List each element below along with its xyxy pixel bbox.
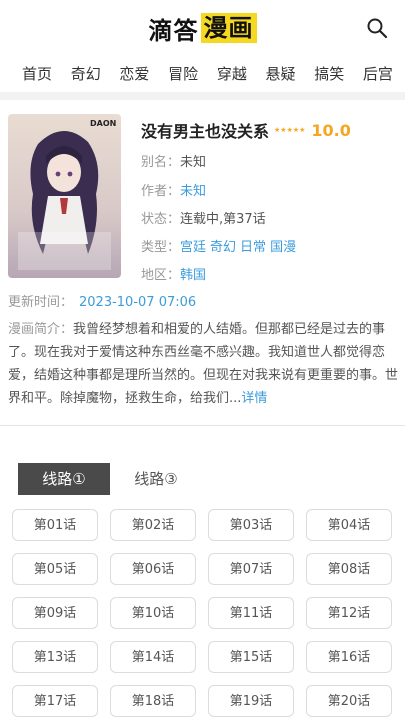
- type-tag[interactable]: 宫廷: [180, 240, 206, 255]
- chapter-button[interactable]: 第17话: [12, 685, 98, 717]
- cover-publisher-text: DAON: [90, 119, 116, 128]
- chapter-button[interactable]: 第02话: [110, 509, 196, 541]
- chapter-button[interactable]: 第14话: [110, 641, 196, 673]
- nav-item-fantasy[interactable]: 奇幻: [71, 63, 101, 84]
- app-header: 滴答 漫画: [0, 0, 405, 56]
- alias-label: 别名：: [141, 155, 181, 170]
- alias-value: 未知: [180, 155, 207, 170]
- chapter-button[interactable]: 第15话: [208, 641, 294, 673]
- status-label: 状态：: [141, 212, 181, 227]
- update-time-row: 更新时间： 2023-10-07 07:06: [8, 291, 196, 310]
- comic-title: 没有男主也没关系: [141, 122, 270, 141]
- author-label: 作者：: [141, 184, 181, 199]
- type-tag[interactable]: 日常: [240, 240, 266, 255]
- author-link[interactable]: 未知: [180, 184, 206, 199]
- chapter-button[interactable]: 第12话: [306, 597, 392, 629]
- comic-cover-image[interactable]: DAON: [8, 114, 121, 278]
- intro-more-link[interactable]: 详情: [241, 391, 267, 406]
- intro-divider: [0, 425, 405, 426]
- category-nav: 首页 奇幻 恋爱 冒险 穿越 悬疑 搞笑 后宫: [0, 56, 405, 90]
- alias-row: 别名：未知: [141, 151, 206, 170]
- tab-route-1[interactable]: 线路①: [18, 463, 110, 495]
- rating-stars: ★★★★★: [274, 126, 306, 134]
- chapter-button[interactable]: 第06话: [110, 553, 196, 585]
- status-value: 连载中,第37话: [180, 212, 266, 227]
- nav-item-mystery[interactable]: 悬疑: [266, 63, 296, 84]
- chapter-button[interactable]: 第08话: [306, 553, 392, 585]
- status-row: 状态：连载中,第37话: [141, 208, 266, 227]
- region-link[interactable]: 韩国: [180, 268, 206, 283]
- chapter-button[interactable]: 第19话: [208, 685, 294, 717]
- logo-text-1: 滴答: [148, 16, 199, 45]
- section-divider: [0, 92, 405, 100]
- logo-text-2: 漫画: [200, 13, 257, 43]
- title-row: 没有男主也没关系 ★★★★★ 10.0: [141, 118, 351, 142]
- app-logo[interactable]: 滴答 漫画: [148, 12, 257, 45]
- search-icon[interactable]: [365, 16, 389, 40]
- nav-item-comedy[interactable]: 搞笑: [314, 63, 344, 84]
- chapter-button[interactable]: 第11话: [208, 597, 294, 629]
- comic-intro: 漫画简介：我曾经梦想着和相爱的人结婚。但那都已经是过去的事了。现在我对于爱情这种…: [8, 318, 398, 410]
- type-tag[interactable]: 国漫: [270, 240, 296, 255]
- update-time: 2023-10-07 07:06: [79, 295, 197, 310]
- chapter-button[interactable]: 第16话: [306, 641, 392, 673]
- chapter-button[interactable]: 第10话: [110, 597, 196, 629]
- chapter-list: 第01话 第02话 第03话 第04话 第05话 第06话 第07话 第08话 …: [12, 509, 393, 717]
- chapter-button[interactable]: 第05话: [12, 553, 98, 585]
- nav-item-harem[interactable]: 后宫: [363, 63, 393, 84]
- chapter-button[interactable]: 第13话: [12, 641, 98, 673]
- chapter-button[interactable]: 第09话: [12, 597, 98, 629]
- rating-score: 10.0: [311, 120, 351, 140]
- author-row: 作者：未知: [141, 180, 206, 199]
- update-label: 更新时间：: [8, 295, 74, 310]
- type-label: 类型：: [141, 240, 181, 255]
- nav-item-time-travel[interactable]: 穿越: [217, 63, 247, 84]
- type-row: 类型：宫廷 奇幻 日常 国漫: [141, 236, 300, 255]
- type-tag[interactable]: 奇幻: [210, 240, 236, 255]
- nav-item-home[interactable]: 首页: [22, 63, 52, 84]
- chapter-button[interactable]: 第01话: [12, 509, 98, 541]
- intro-label: 漫画简介：: [8, 322, 74, 337]
- chapter-button[interactable]: 第03话: [208, 509, 294, 541]
- region-label: 地区：: [141, 268, 181, 283]
- chapter-button[interactable]: 第04话: [306, 509, 392, 541]
- region-row: 地区：韩国: [141, 264, 206, 283]
- nav-item-romance[interactable]: 恋爱: [119, 63, 149, 84]
- chapter-button[interactable]: 第20话: [306, 685, 392, 717]
- tab-route-3[interactable]: 线路③: [110, 463, 202, 495]
- chapter-button[interactable]: 第18话: [110, 685, 196, 717]
- chapter-button[interactable]: 第07话: [208, 553, 294, 585]
- nav-item-adventure[interactable]: 冒险: [168, 63, 198, 84]
- route-tabs: 线路① 线路③: [18, 463, 202, 495]
- comic-detail: DAON 没有男主也没关系 ★★★★★ 10.0 别名：未知 作者：未知 状态：…: [0, 100, 405, 286]
